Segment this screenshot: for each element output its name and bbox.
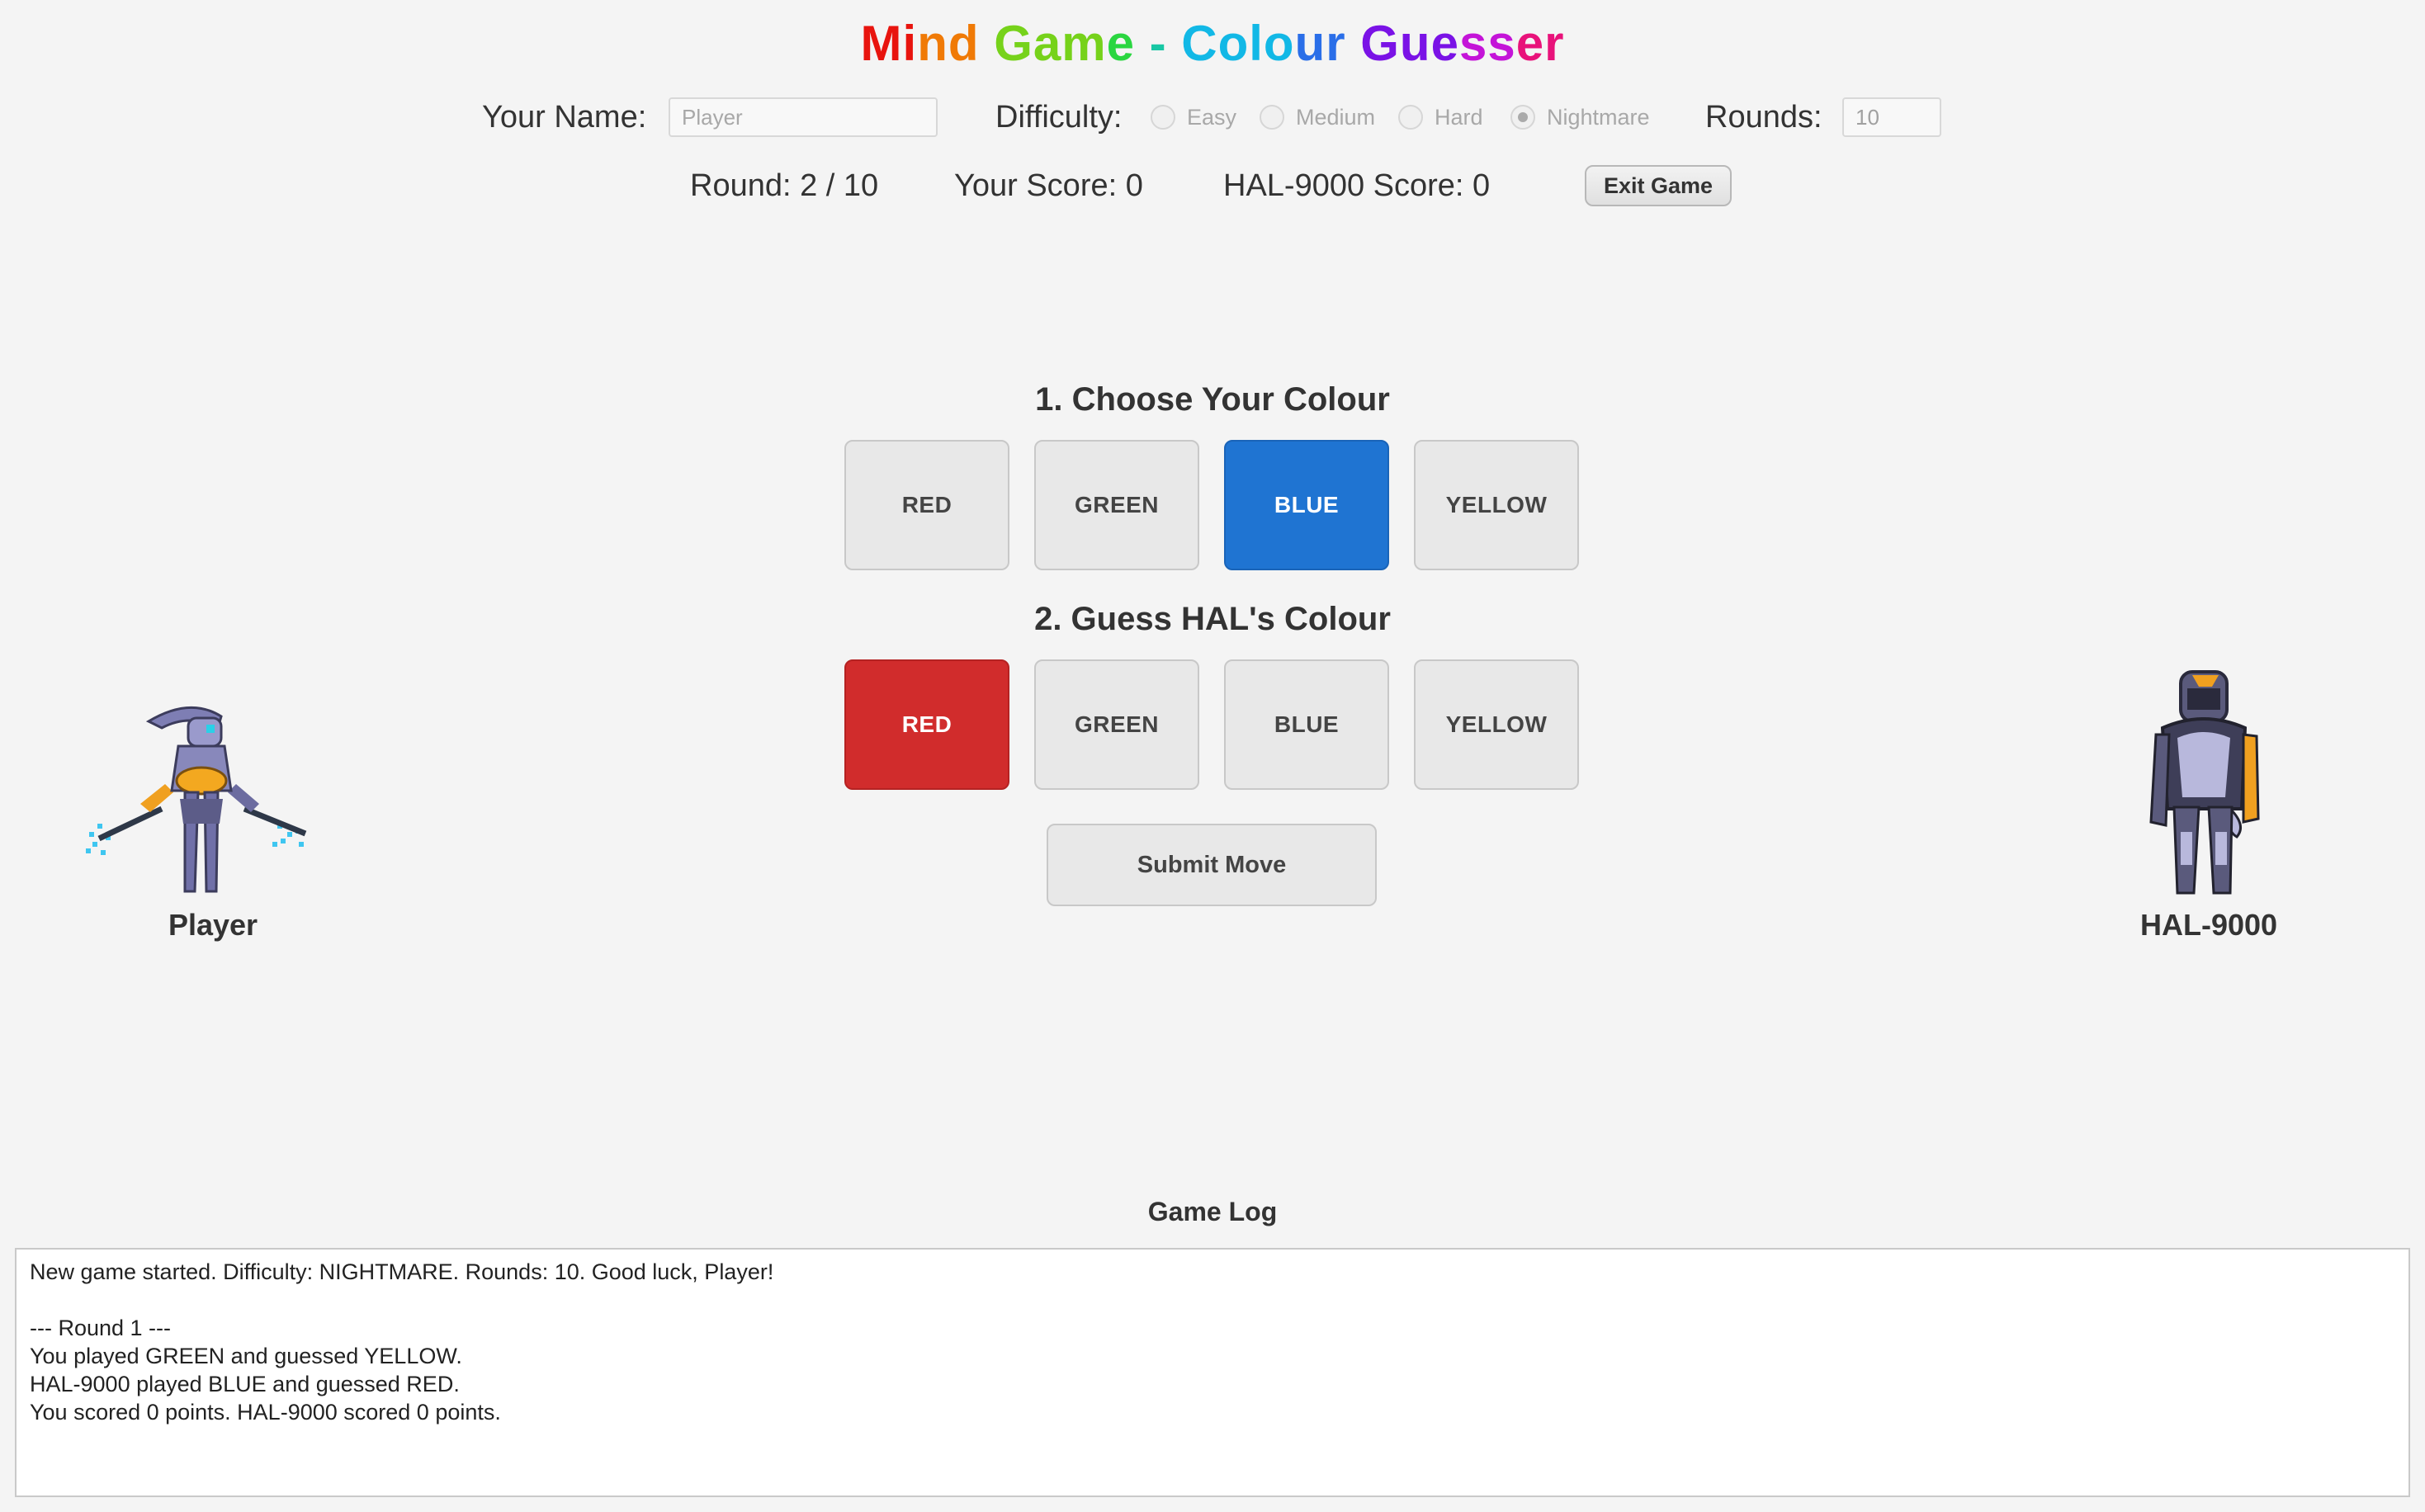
exit-game-button[interactable]: Exit Game: [1585, 165, 1732, 206]
radio-circle-selected: [1510, 105, 1535, 130]
rounds-label: Rounds:: [1705, 100, 1822, 135]
difficulty-label: Difficulty:: [995, 100, 1123, 135]
name-label: Your Name:: [482, 100, 647, 135]
title-segment: Mi: [860, 16, 918, 71]
radio-label: Medium: [1296, 104, 1376, 130]
title-segment: Gam: [994, 16, 1107, 71]
rounds-field[interactable]: [1842, 97, 1941, 137]
title-segment: ss: [1458, 16, 1516, 71]
choose-yellow-button[interactable]: YELLOW: [1414, 440, 1579, 570]
title-segment: [980, 16, 995, 71]
title-segment: Colo: [1181, 16, 1295, 71]
title-segment: [1346, 16, 1361, 71]
difficulty-radio-nightmare[interactable]: Nightmare: [1510, 92, 1650, 142]
log-line: New game started. Difficulty: NIGHTMARE.…: [30, 1259, 774, 1284]
game-log-textarea[interactable]: New game started. Difficulty: NIGHTMARE.…: [15, 1248, 2410, 1497]
title-segment: Gue: [1360, 16, 1459, 71]
submit-move-button[interactable]: Submit Move: [1047, 824, 1377, 906]
radio-label: Hard: [1435, 104, 1483, 130]
guess-green-button[interactable]: GREEN: [1034, 659, 1199, 790]
choose-colour-heading: 1. Choose Your Colour: [1035, 381, 1390, 418]
title-segment: e: [1106, 16, 1135, 71]
guess-red-button[interactable]: RED: [844, 659, 1009, 790]
guess-blue-button[interactable]: BLUE: [1224, 659, 1389, 790]
title-segment: er: [1515, 16, 1565, 71]
title-segment: ur: [1294, 16, 1346, 71]
game-title: Mind Game - Colour Guesser: [0, 15, 2425, 72]
radio-label: Nightmare: [1547, 104, 1650, 130]
hal-name-label: HAL-9000: [2139, 908, 2278, 942]
log-line: You scored 0 points. HAL-9000 scored 0 p…: [30, 1400, 501, 1425]
choose-red-button[interactable]: RED: [844, 440, 1009, 570]
hal-score: HAL-9000 Score: 0: [1223, 168, 1491, 203]
name-field[interactable]: [669, 97, 938, 137]
robot-player-icon: [86, 706, 307, 893]
settings-bar: Your Name: Difficulty: Easy Medium Hard …: [0, 92, 2425, 142]
status-bar: Round: 2 / 10 Your Score: 0 HAL-9000 Sco…: [0, 161, 2425, 210]
difficulty-radio-hard[interactable]: Hard: [1398, 92, 1483, 142]
robot-hal-icon: [2149, 670, 2260, 895]
guess-yellow-button[interactable]: YELLOW: [1414, 659, 1579, 790]
radio-circle: [1260, 105, 1284, 130]
game-log-title: Game Log: [1147, 1197, 1278, 1226]
difficulty-radio-easy[interactable]: Easy: [1151, 92, 1236, 142]
choose-blue-button[interactable]: BLUE: [1224, 440, 1389, 570]
radio-label: Easy: [1187, 104, 1237, 130]
log-line: HAL-9000 played BLUE and guessed RED.: [30, 1372, 460, 1396]
log-line: You played GREEN and guessed YELLOW.: [30, 1344, 462, 1368]
guess-colour-heading: 2. Guess HAL's Colour: [1034, 601, 1391, 637]
game-window: Mind Game - Colour Guesser Your Name: Di…: [0, 0, 2425, 1512]
difficulty-radio-medium[interactable]: Medium: [1260, 92, 1375, 142]
radio-circle: [1151, 105, 1175, 130]
player-score: Your Score: 0: [954, 168, 1143, 203]
log-line: --- Round 1 ---: [30, 1316, 172, 1340]
radio-circle: [1398, 105, 1423, 130]
player-name-label: Player: [168, 908, 258, 942]
title-segment: -: [1134, 16, 1182, 71]
title-segment: nd: [917, 16, 980, 71]
round-counter: Round: 2 / 10: [690, 168, 879, 203]
choose-green-button[interactable]: GREEN: [1034, 440, 1199, 570]
